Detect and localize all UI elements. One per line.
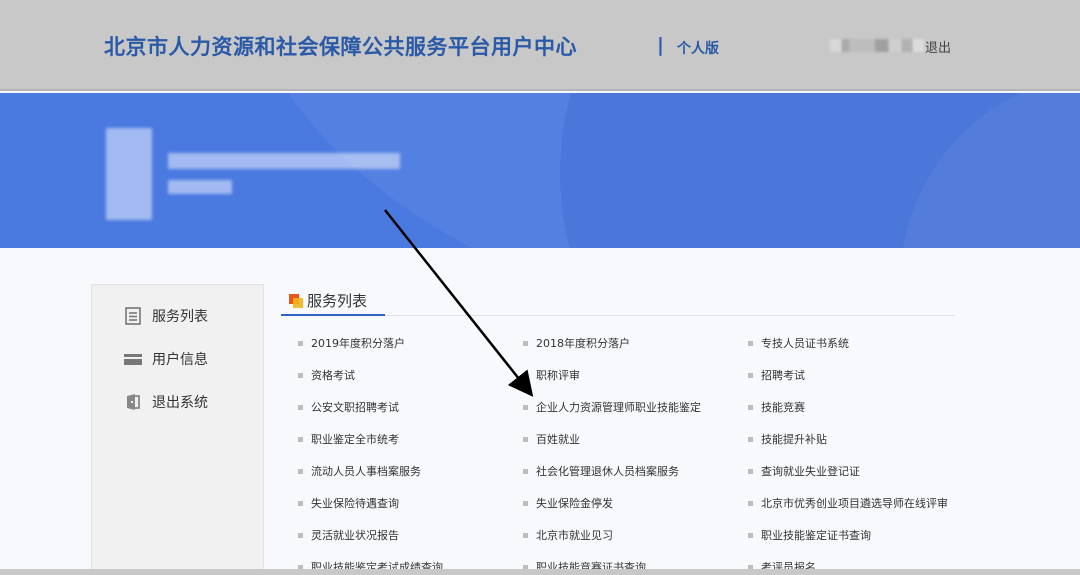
- sidebar-item-user-info[interactable]: 用户信息: [123, 347, 208, 371]
- bullet-icon: [298, 404, 303, 410]
- section-icon: [289, 293, 303, 308]
- bullet-icon: [748, 468, 753, 474]
- logout-icon: [123, 393, 143, 411]
- bullet-icon: [298, 340, 303, 346]
- service-link[interactable]: 失业保险待遇查询: [298, 495, 399, 511]
- sidebar-item-exit-system[interactable]: 退出系统: [123, 390, 208, 414]
- service-link[interactable]: 企业人力资源管理师职业技能鉴定: [523, 399, 701, 415]
- bullet-icon: [748, 436, 753, 442]
- blurred-user-name: [168, 153, 400, 169]
- service-link[interactable]: 职业鉴定全市统考: [298, 431, 399, 447]
- service-label: 流动人员人事档案服务: [311, 465, 421, 478]
- service-label: 社会化管理退休人员档案服务: [536, 465, 679, 478]
- service-label: 招聘考试: [761, 369, 805, 382]
- blurred-username: [830, 39, 924, 52]
- service-label: 2018年度积分落户: [536, 337, 630, 350]
- bullet-icon: [523, 372, 528, 378]
- top-header: 北京市人力资源和社会保障公共服务平台用户中心 | 个人版 退出: [0, 0, 1080, 91]
- service-link[interactable]: 招聘考试: [748, 367, 805, 383]
- service-link[interactable]: 百姓就业: [523, 431, 580, 447]
- service-label: 查询就业失业登记证: [761, 465, 860, 478]
- service-label: 职称评审: [536, 369, 580, 382]
- site-title: 北京市人力资源和社会保障公共服务平台用户中心: [104, 35, 577, 59]
- active-tab-underline: [281, 314, 385, 316]
- bullet-icon: [748, 404, 753, 410]
- service-label: 技能竞赛: [761, 401, 805, 414]
- service-link[interactable]: 社会化管理退休人员档案服务: [523, 463, 679, 479]
- service-link[interactable]: 北京市就业见习: [523, 527, 613, 543]
- logout-link[interactable]: 退出: [925, 37, 951, 56]
- service-label: 技能提升补贴: [761, 433, 827, 446]
- title-separator: |: [657, 34, 664, 56]
- service-link[interactable]: 查询就业失业登记证: [748, 463, 860, 479]
- bullet-icon: [298, 436, 303, 442]
- service-label: 资格考试: [311, 369, 355, 382]
- service-label: 公安文职招聘考试: [311, 401, 399, 414]
- bullet-icon: [523, 500, 528, 506]
- service-link[interactable]: 2019年度积分落户: [298, 335, 405, 351]
- bullet-icon: [523, 404, 528, 410]
- service-link[interactable]: 流动人员人事档案服务: [298, 463, 421, 479]
- list-icon: [123, 307, 143, 325]
- service-link[interactable]: 北京市优秀创业项目遴选导师在线评审: [748, 495, 948, 511]
- bullet-icon: [298, 372, 303, 378]
- service-link[interactable]: 职称评审: [523, 367, 580, 383]
- service-label: 灵活就业状况报告: [311, 529, 399, 542]
- service-link[interactable]: 2018年度积分落户: [523, 335, 630, 351]
- service-link[interactable]: 失业保险金停发: [523, 495, 613, 511]
- bullet-icon: [748, 340, 753, 346]
- service-link[interactable]: 资格考试: [298, 367, 355, 383]
- service-label: 职业技能鉴定证书查询: [761, 529, 871, 542]
- service-link[interactable]: 职业技能鉴定证书查询: [748, 527, 871, 543]
- service-label: 失业保险待遇查询: [311, 497, 399, 510]
- sidebar-item-label: 退出系统: [152, 395, 208, 411]
- bottom-bar: [0, 569, 1080, 575]
- bullet-icon: [748, 532, 753, 538]
- bullet-icon: [523, 468, 528, 474]
- sidebar-item-service-list[interactable]: 服务列表: [123, 304, 208, 328]
- service-label: 失业保险金停发: [536, 497, 613, 510]
- service-label: 百姓就业: [536, 433, 580, 446]
- service-link[interactable]: 灵活就业状况报告: [298, 527, 399, 543]
- divider: [385, 315, 955, 316]
- card-icon: [123, 350, 143, 368]
- service-label: 北京市就业见习: [536, 529, 613, 542]
- service-link[interactable]: 专技人员证书系统: [748, 335, 849, 351]
- bullet-icon: [523, 340, 528, 346]
- bullet-icon: [298, 500, 303, 506]
- service-label: 专技人员证书系统: [761, 337, 849, 350]
- bullet-icon: [748, 500, 753, 506]
- service-label: 职业鉴定全市统考: [311, 433, 399, 446]
- blurred-user-id: [168, 180, 232, 194]
- service-label: 企业人力资源管理师职业技能鉴定: [536, 401, 701, 414]
- bullet-icon: [298, 468, 303, 474]
- sidebar-item-label: 服务列表: [152, 309, 208, 325]
- service-link[interactable]: 技能竞赛: [748, 399, 805, 415]
- bullet-icon: [523, 532, 528, 538]
- service-label: 北京市优秀创业项目遴选导师在线评审: [761, 497, 948, 510]
- section-heading: 服务列表: [289, 290, 367, 311]
- blurred-avatar: [106, 128, 152, 220]
- service-link[interactable]: 技能提升补贴: [748, 431, 827, 447]
- bullet-icon: [748, 372, 753, 378]
- bullet-icon: [298, 532, 303, 538]
- service-label: 2019年度积分落户: [311, 337, 405, 350]
- sidebar: 服务列表 用户信息 退出系统: [91, 284, 264, 575]
- sidebar-item-label: 用户信息: [152, 352, 208, 368]
- bullet-icon: [523, 436, 528, 442]
- edition-label: 个人版: [677, 41, 719, 57]
- service-link[interactable]: 公安文职招聘考试: [298, 399, 399, 415]
- section-title: 服务列表: [307, 292, 368, 310]
- profile-banner: [0, 93, 1080, 248]
